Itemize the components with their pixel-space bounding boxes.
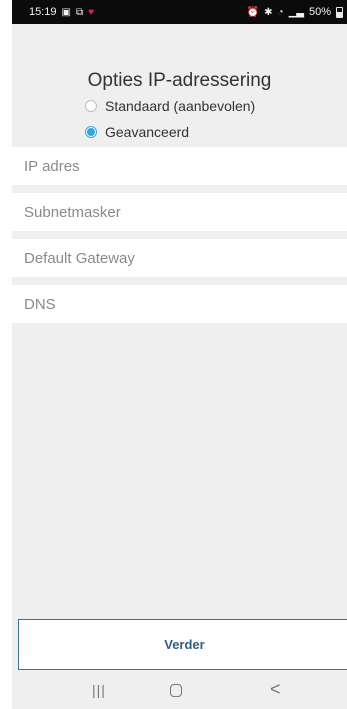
navigation-bar: ||| < xyxy=(12,672,347,709)
alarm-icon: ⏰ xyxy=(246,6,260,18)
radio-unchecked-icon[interactable] xyxy=(85,100,97,112)
recent-apps-icon[interactable]: ||| xyxy=(92,682,106,698)
back-icon[interactable]: < xyxy=(270,679,281,700)
wifi-icon: ◔ xyxy=(277,6,284,18)
status-left: 15:19 ▣ ⧉ ♥ xyxy=(29,6,94,18)
radio-advanced-option[interactable]: Geavanceerd xyxy=(85,124,189,140)
subnet-mask-field[interactable] xyxy=(12,193,347,231)
signal-icon: ▁▃ xyxy=(288,6,304,18)
heart-icon: ♥ xyxy=(88,6,95,18)
dns-input[interactable] xyxy=(22,294,347,314)
home-icon[interactable] xyxy=(170,684,182,697)
ip-address-input[interactable] xyxy=(22,156,347,176)
subnet-mask-input[interactable] xyxy=(22,202,347,222)
gallery-icon: ▣ xyxy=(61,6,71,18)
radio-standard-label: Standaard (aanbevolen) xyxy=(105,98,256,114)
default-gateway-field[interactable] xyxy=(12,239,347,277)
status-right: ⏰ ✱ ◔ ▁▃ 50% xyxy=(247,6,343,18)
default-gateway-input[interactable] xyxy=(22,248,347,268)
next-button[interactable]: Verder xyxy=(18,619,347,670)
radio-advanced-label: Geavanceerd xyxy=(105,124,190,140)
screenshot-icon: ⧉ xyxy=(75,6,84,18)
radio-checked-icon[interactable] xyxy=(85,126,97,138)
radio-standard-option[interactable]: Standaard (aanbevolen) xyxy=(85,98,255,114)
bluetooth-icon: ✱ xyxy=(264,6,273,18)
battery-icon xyxy=(336,6,343,18)
battery-percent: 50% xyxy=(308,6,331,18)
page-title: Opties IP-adressering xyxy=(87,70,272,91)
dns-field[interactable] xyxy=(12,285,347,323)
phone-screen: 15:19 ▣ ⧉ ♥ ⏰ ✱ ◔ ▁▃ 50% Opties IP-adres… xyxy=(12,0,347,709)
ip-address-field[interactable] xyxy=(12,147,347,185)
status-bar: 15:19 ▣ ⧉ ♥ ⏰ ✱ ◔ ▁▃ 50% xyxy=(12,0,347,24)
status-time: 15:19 xyxy=(29,6,57,18)
